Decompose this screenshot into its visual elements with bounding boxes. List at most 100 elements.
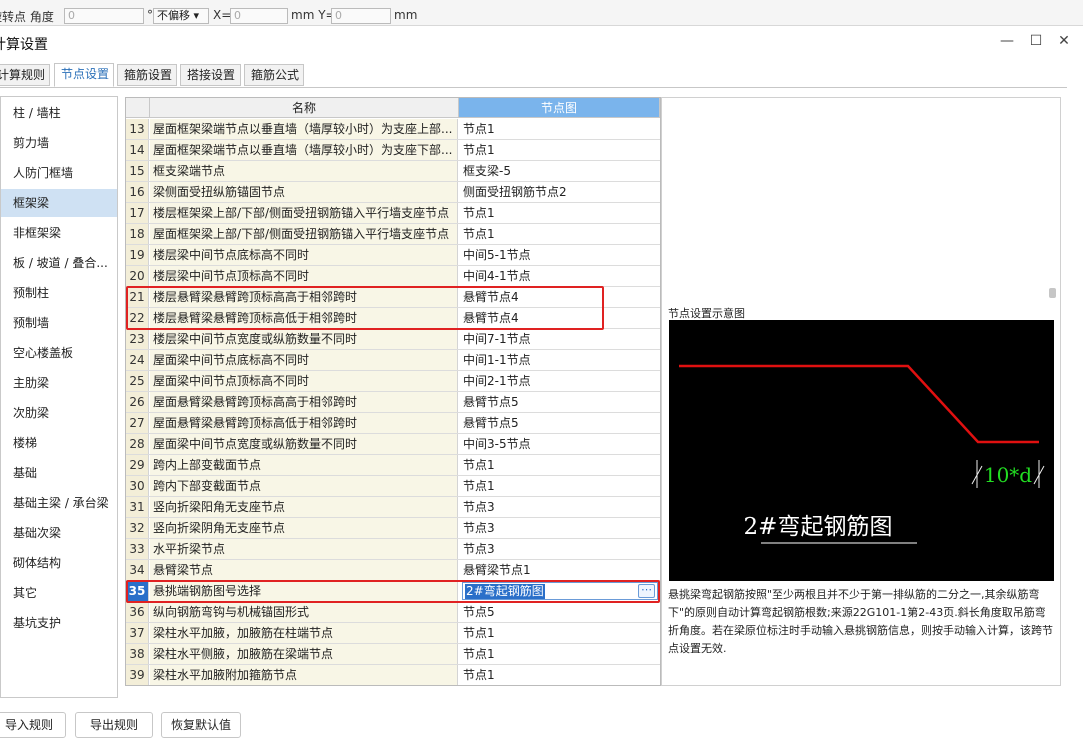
offset-select[interactable]: 不偏移 ▾	[153, 8, 209, 24]
row-node-value[interactable]: 节点5	[459, 602, 660, 622]
row-node-value[interactable]: 中间2-1节点	[459, 371, 660, 391]
row-name: 屋面梁中间节点顶标高不同时	[150, 371, 458, 391]
x-input[interactable]: 0	[230, 8, 288, 24]
row-node-value[interactable]: 节点1	[459, 203, 660, 223]
row-node-value[interactable]: 悬臂节点5	[459, 413, 660, 433]
table-row[interactable]: 39 梁柱水平加腋附加箍筋节点 节点1	[126, 665, 660, 685]
row-node-value[interactable]: 中间4-1节点	[459, 266, 660, 286]
tab-lap-settings[interactable]: 搭接设置	[180, 64, 241, 86]
row-name: 水平折梁节点	[150, 539, 458, 559]
minimize-icon[interactable]: —	[996, 30, 1018, 52]
row-name: 楼层悬臂梁悬臂跨顶标高高于相邻跨时	[150, 287, 458, 307]
category-item[interactable]: 次肋梁	[1, 399, 117, 427]
row-node-value[interactable]: 侧面受扭钢筋节点2	[459, 182, 660, 202]
category-item[interactable]: 空心楼盖板	[1, 339, 117, 367]
restore-defaults-button[interactable]: 恢复默认值	[161, 712, 241, 738]
table-row[interactable]: 34 悬臂梁节点 悬臂梁节点1	[126, 560, 660, 581]
row-node-value[interactable]: 悬臂节点4	[459, 308, 660, 328]
category-item[interactable]: 人防门框墙	[1, 159, 117, 187]
category-item[interactable]: 剪力墙	[1, 129, 117, 157]
row-node-value[interactable]: 中间5-1节点	[459, 245, 660, 265]
table-row[interactable]: 24 屋面梁中间节点底标高不同时 中间1-1节点	[126, 350, 660, 371]
table-row[interactable]: 35 悬挑端钢筋图号选择 2#弯起钢筋图 ⋯	[126, 581, 660, 602]
column-header-node[interactable]: 节点图	[459, 98, 660, 118]
category-item[interactable]: 预制墙	[1, 309, 117, 337]
x-label: X=	[213, 8, 232, 22]
row-node-value[interactable]: 节点3	[459, 539, 660, 559]
row-node-value[interactable]: 中间1-1节点	[459, 350, 660, 370]
table-row[interactable]: 26 屋面悬臂梁悬臂跨顶标高高于相邻跨时 悬臂节点5	[126, 392, 660, 413]
row-node-value[interactable]: 节点1	[459, 665, 660, 685]
row-number: 19	[126, 245, 149, 265]
angle-input[interactable]: 0	[64, 8, 144, 24]
row-number: 13	[126, 119, 149, 139]
table-row[interactable]: 14 屋面框架梁端节点以垂直墙（墙厚较小时）为支座下部... 节点1	[126, 140, 660, 161]
table-row[interactable]: 30 跨内下部变截面节点 节点1	[126, 476, 660, 497]
row-node-value[interactable]: 节点1	[459, 455, 660, 475]
table-row[interactable]: 19 楼层梁中间节点底标高不同时 中间5-1节点	[126, 245, 660, 266]
table-row[interactable]: 22 楼层悬臂梁悬臂跨顶标高低于相邻跨时 悬臂节点4	[126, 308, 660, 329]
node-value-editor[interactable]: 2#弯起钢筋图 ⋯	[462, 582, 658, 600]
close-icon[interactable]: ✕	[1053, 30, 1075, 52]
row-node-value[interactable]: 悬臂梁节点1	[459, 560, 660, 580]
row-node-value[interactable]: 框支梁-5	[459, 161, 660, 181]
y-input[interactable]: 0	[331, 8, 391, 24]
row-node-value[interactable]: 节点1	[459, 476, 660, 496]
row-node-value[interactable]: 节点1	[459, 644, 660, 664]
row-number: 16	[126, 182, 149, 202]
tab-node-settings[interactable]: 节点设置	[54, 63, 114, 87]
table-row[interactable]: 16 梁侧面受扭纵筋锚固节点 侧面受扭钢筋节点2	[126, 182, 660, 203]
category-item[interactable]: 基坑支护	[1, 609, 117, 637]
table-row[interactable]: 21 楼层悬臂梁悬臂跨顶标高高于相邻跨时 悬臂节点4	[126, 287, 660, 308]
table-row[interactable]: 20 楼层梁中间节点顶标高不同时 中间4-1节点	[126, 266, 660, 287]
tab-stirrup-settings[interactable]: 箍筋设置	[117, 64, 177, 86]
row-node-value[interactable]: 悬臂节点5	[459, 392, 660, 412]
row-node-value[interactable]: 节点1	[459, 140, 660, 160]
category-item[interactable]: 楼梯	[1, 429, 117, 457]
export-rules-button[interactable]: 导出规则	[75, 712, 153, 738]
category-item[interactable]: 基础次梁	[1, 519, 117, 547]
row-node-value[interactable]: 节点3	[459, 497, 660, 517]
table-row[interactable]: 28 屋面梁中间节点宽度或纵筋数量不同时 中间3-5节点	[126, 434, 660, 455]
row-node-value[interactable]: 悬臂节点4	[459, 287, 660, 307]
table-row[interactable]: 29 跨内上部变截面节点 节点1	[126, 455, 660, 476]
row-name: 悬挑端钢筋图号选择	[150, 581, 458, 601]
category-item[interactable]: 其它	[1, 579, 117, 607]
row-node-value[interactable]: 节点1	[459, 623, 660, 643]
category-item[interactable]: 板 / 坡道 / 叠合...	[1, 249, 117, 277]
category-item[interactable]: 基础	[1, 459, 117, 487]
table-row[interactable]: 33 水平折梁节点 节点3	[126, 539, 660, 560]
table-row[interactable]: 18 屋面框架梁上部/下部/侧面受扭钢筋锚入平行墙支座节点 节点1	[126, 224, 660, 245]
column-header-name[interactable]: 名称	[150, 98, 459, 118]
table-row[interactable]: 38 梁柱水平侧腋，加腋筋在梁端节点 节点1	[126, 644, 660, 665]
table-row[interactable]: 31 竖向折梁阳角无支座节点 节点3	[126, 497, 660, 518]
table-row[interactable]: 37 梁柱水平加腋，加腋筋在柱端节点 节点1	[126, 623, 660, 644]
category-item[interactable]: 预制柱	[1, 279, 117, 307]
row-node-value[interactable]: 节点3	[459, 518, 660, 538]
category-item[interactable]: 框架梁	[1, 189, 117, 217]
tab-calc-rules[interactable]: 计算规则	[0, 64, 50, 86]
preview-scrollbar[interactable]	[1049, 288, 1056, 298]
more-options-button[interactable]: ⋯	[638, 584, 655, 598]
row-node-value[interactable]: 节点1	[459, 224, 660, 244]
category-item[interactable]: 非框架梁	[1, 219, 117, 247]
node-value-selected-text[interactable]: 2#弯起钢筋图	[465, 584, 545, 599]
row-node-value[interactable]: 节点1	[459, 119, 660, 139]
row-node-value[interactable]: 中间7-1节点	[459, 329, 660, 349]
table-row[interactable]: 15 框支梁端节点 框支梁-5	[126, 161, 660, 182]
table-row[interactable]: 27 屋面悬臂梁悬臂跨顶标高低于相邻跨时 悬臂节点5	[126, 413, 660, 434]
category-item[interactable]: 基础主梁 / 承台梁	[1, 489, 117, 517]
table-row[interactable]: 23 楼层梁中间节点宽度或纵筋数量不同时 中间7-1节点	[126, 329, 660, 350]
table-row[interactable]: 25 屋面梁中间节点顶标高不同时 中间2-1节点	[126, 371, 660, 392]
table-row[interactable]: 32 竖向折梁阴角无支座节点 节点3	[126, 518, 660, 539]
row-node-value[interactable]: 中间3-5节点	[459, 434, 660, 454]
tab-stirrup-formula[interactable]: 箍筋公式	[244, 64, 304, 86]
table-row[interactable]: 17 楼层框架梁上部/下部/侧面受扭钢筋锚入平行墙支座节点 节点1	[126, 203, 660, 224]
category-item[interactable]: 砌体结构	[1, 549, 117, 577]
import-rules-button[interactable]: 导入规则	[0, 712, 66, 738]
category-item[interactable]: 柱 / 墙柱	[1, 99, 117, 127]
maximize-icon[interactable]: ☐	[1025, 30, 1047, 52]
table-row[interactable]: 13 屋面框架梁端节点以垂直墙（墙厚较小时）为支座上部... 节点1	[126, 119, 660, 140]
table-row[interactable]: 36 纵向钢筋弯钩与机械锚固形式 节点5	[126, 602, 660, 623]
category-item[interactable]: 主肋梁	[1, 369, 117, 397]
